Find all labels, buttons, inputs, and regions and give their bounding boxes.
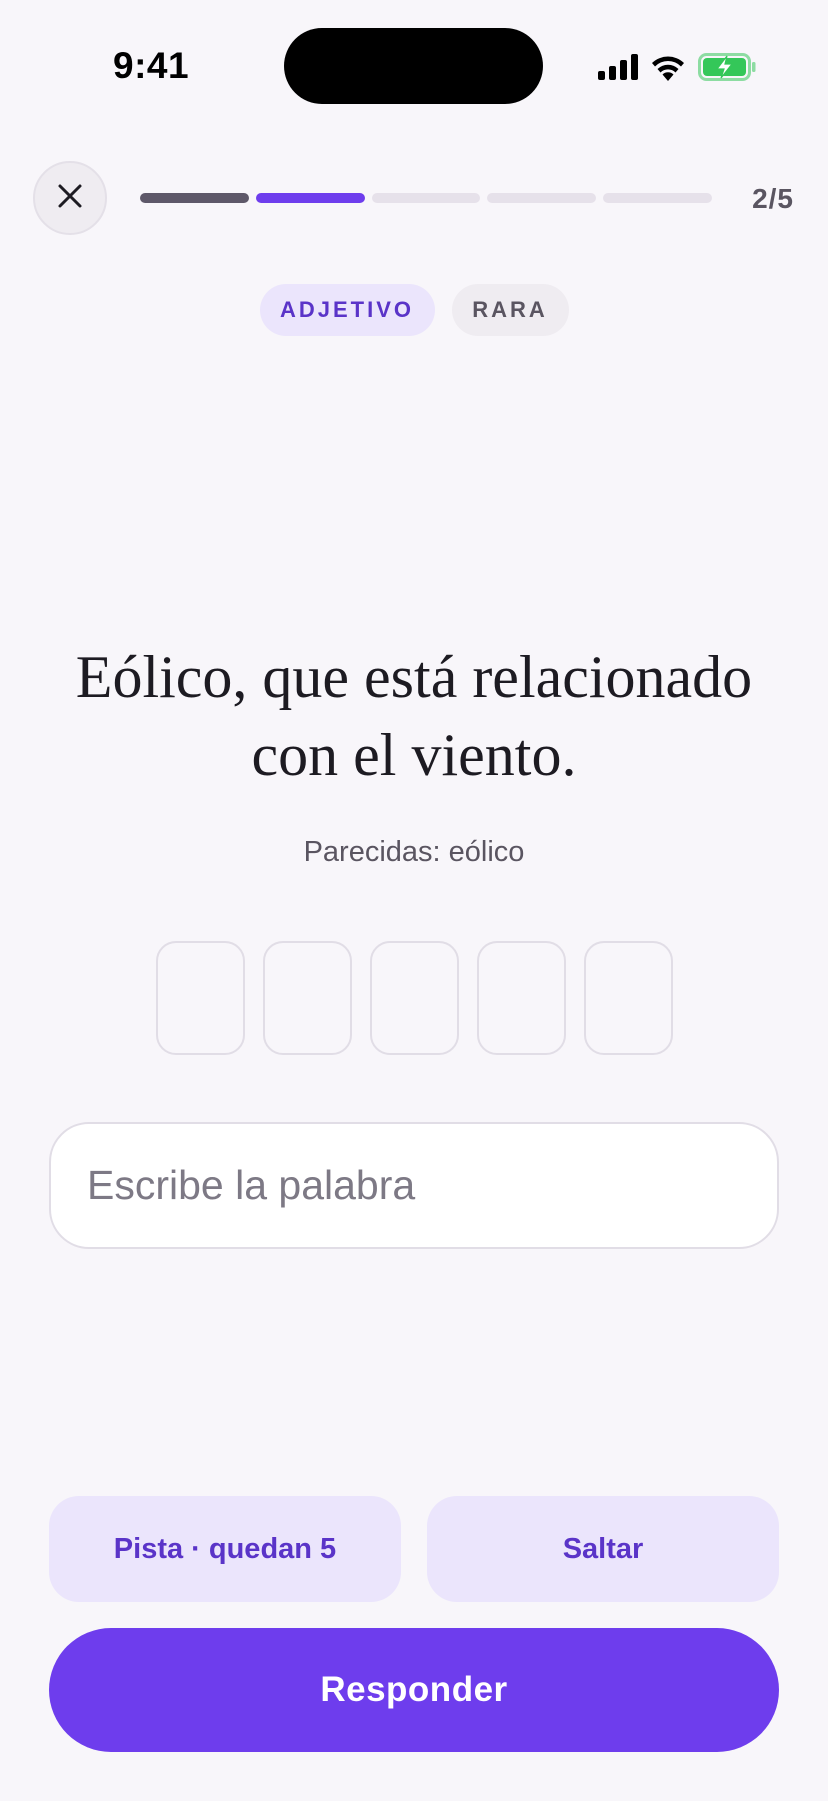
secondary-actions: Pista · quedan 5 Saltar [49,1496,779,1602]
wifi-icon [650,54,686,81]
rarity-badge: RARA [451,284,569,336]
close-icon [57,183,83,214]
dynamic-island [284,28,543,104]
letter-box [262,941,352,1055]
status-time: 9:41 [113,45,190,86]
status-icons [598,50,756,84]
letter-box [476,941,566,1055]
letter-slots [0,941,828,1055]
letter-box [155,941,245,1055]
skip-button[interactable]: Saltar [427,1496,779,1602]
status-bar: 9:41 [0,0,828,130]
progress-bar [140,193,712,203]
signal-icon [598,54,638,80]
answer-input[interactable] [49,1122,779,1249]
progress-segment [140,193,249,203]
definition-text: Eólico, que está relacionado con el vien… [75,644,753,788]
battery-charging-icon [698,53,756,81]
close-button[interactable] [33,161,107,235]
question-counter: 2/5 [752,183,794,214]
submit-button[interactable]: Responder [49,1628,779,1752]
letter-box [583,941,673,1055]
hint-button[interactable]: Pista · quedan 5 [49,1496,401,1602]
part-of-speech-badge: ADJETIVO [259,284,435,336]
word-tags: ADJETIVO RARA [0,284,828,336]
letter-box [369,941,459,1055]
progress-segment [255,193,365,203]
similar-words: Parecidas: eólico [303,836,525,868]
progress-segment [603,193,712,203]
progress-segment [371,193,481,203]
progress-segment [487,193,597,203]
